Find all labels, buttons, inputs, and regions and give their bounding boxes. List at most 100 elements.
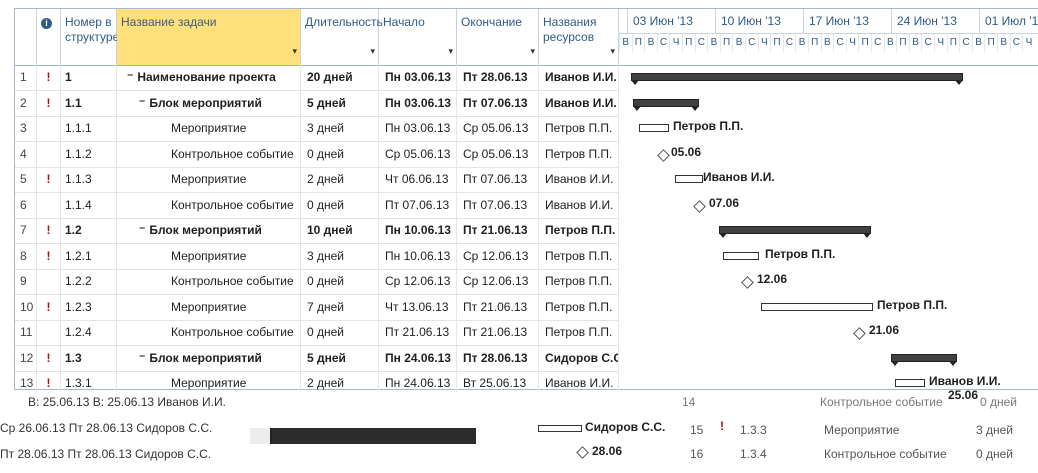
chevron-down-icon[interactable]: ▾ — [610, 44, 615, 59]
task-duration[interactable]: 0 дней — [301, 269, 379, 294]
task-resources[interactable]: Петров П.П. — [539, 320, 619, 345]
task-duration[interactable]: 0 дней — [301, 320, 379, 345]
milestone-diamond-icon[interactable] — [576, 446, 589, 459]
task-wbs[interactable]: 1.1.2 — [61, 141, 117, 167]
task-finish[interactable]: Пт 07.06.13 — [457, 192, 539, 218]
chevron-down-icon[interactable]: ▾ — [530, 44, 535, 59]
task-start[interactable]: Пн 10.06.13 — [379, 218, 457, 243]
task-finish[interactable]: Пт 07.06.13 — [457, 90, 539, 116]
task-finish[interactable]: Ср 12.06.13 — [457, 243, 539, 269]
task-row[interactable]: 2! 1.1 ⁻ Блок мероприятий 5 дней Пн 03.06.13 П… — [15, 90, 619, 117]
collapse-toggle-icon[interactable]: ⁻ — [139, 223, 145, 237]
task-wbs[interactable]: 1.2.3 — [61, 294, 117, 320]
task-row[interactable]: 11 1.2.4 Контрольное событие 0 дней Пт 21.06… — [15, 320, 619, 346]
collapse-toggle-icon[interactable]: ⁻ — [139, 96, 145, 110]
summary-bar[interactable] — [891, 353, 957, 366]
task-resources[interactable]: Иванов И.И. — [539, 65, 619, 90]
task-start[interactable]: Пт 21.06.13 — [379, 320, 457, 345]
task-wbs[interactable]: 1.1.1 — [61, 116, 117, 141]
task-bar[interactable] — [675, 175, 703, 183]
task-duration[interactable]: 0 дней — [301, 141, 379, 167]
collapse-toggle-icon[interactable]: ⁻ — [127, 70, 133, 84]
task-finish[interactable]: Пт 28.06.13 — [457, 345, 539, 371]
task-duration[interactable]: 0 дней — [301, 192, 379, 218]
chevron-down-icon[interactable]: ▾ — [448, 44, 453, 59]
task-bar[interactable] — [761, 302, 873, 311]
task-row[interactable]: 7! 1.2 ⁻ Блок мероприятий 10 дней Пн 10.06.13… — [15, 218, 619, 244]
summary-bar[interactable] — [719, 226, 871, 238]
task-start[interactable]: Пн 03.06.13 — [379, 90, 457, 116]
task-finish[interactable]: Ср 12.06.13 — [457, 269, 539, 294]
milestone-diamond-icon[interactable] — [741, 276, 754, 289]
task-row[interactable]: 12! 1.3 ⁻ Блок мероприятий 5 дней Пн 24.06.13… — [15, 345, 619, 372]
task-wbs[interactable]: 1.1.4 — [61, 192, 117, 218]
task-name-cell[interactable]: Контрольное событие — [117, 141, 301, 167]
task-row[interactable]: 4 1.1.2 Контрольное событие 0 дней Ср 05.06.… — [15, 141, 619, 168]
task-start[interactable]: Ср 12.06.13 — [379, 269, 457, 294]
task-resources[interactable]: Петров П.П. — [539, 294, 619, 320]
task-duration[interactable]: 2 дней — [301, 167, 379, 192]
task-finish[interactable]: Пт 28.06.13 — [457, 65, 539, 90]
task-bar[interactable] — [639, 124, 669, 132]
task-name-cell[interactable]: ⁻ Наименование проекта — [117, 65, 301, 90]
task-duration[interactable]: 20 дней — [301, 65, 379, 90]
task-duration[interactable]: 7 дней — [301, 294, 379, 320]
task-duration[interactable]: 3 дней — [301, 116, 379, 141]
task-bar[interactable] — [723, 251, 759, 260]
task-duration[interactable]: 5 дней — [301, 345, 379, 371]
task-name-column-header[interactable]: Название задачи ▾ — [117, 9, 301, 65]
task-start[interactable]: Ср 05.06.13 — [379, 141, 457, 167]
task-start[interactable]: Чт 13.06.13 — [379, 294, 457, 320]
task-wbs[interactable]: 1.3 — [61, 345, 117, 371]
task-bar[interactable] — [538, 425, 582, 432]
task-resources[interactable]: Петров П.П. — [539, 269, 619, 294]
task-start[interactable]: Пт 07.06.13 — [379, 192, 457, 218]
task-name-cell[interactable]: ⁻ Блок мероприятий — [117, 218, 301, 243]
summary-bar[interactable] — [631, 73, 963, 85]
task-start[interactable]: Пн 03.06.13 — [379, 65, 457, 90]
start-column-header[interactable]: Начало ▾ — [379, 9, 457, 65]
task-name-cell[interactable]: ⁻ Блок мероприятий — [117, 90, 301, 116]
task-name-cell[interactable]: Мероприятие — [117, 243, 301, 269]
resources-column-header[interactable]: Названия ресурсов ▾ — [539, 9, 619, 65]
task-name-cell[interactable]: Мероприятие — [117, 116, 301, 141]
task-wbs[interactable]: 1.1 — [61, 90, 117, 116]
task-start[interactable]: Чт 06.06.13 — [379, 167, 457, 192]
task-duration[interactable]: 10 дней — [301, 218, 379, 243]
task-row[interactable]: 9 1.2.2 Контрольное событие 0 дней Ср 12.06.… — [15, 269, 619, 295]
collapse-toggle-icon[interactable]: ⁻ — [139, 351, 145, 365]
task-name-cell[interactable]: Контрольное событие — [117, 320, 301, 345]
task-name-cell[interactable]: ⁻ Блок мероприятий — [117, 345, 301, 371]
task-resources[interactable]: Петров П.П. — [539, 116, 619, 141]
chevron-down-icon[interactable]: ▾ — [370, 44, 375, 59]
task-bar[interactable] — [895, 379, 925, 387]
info-column-header[interactable]: i — [37, 9, 61, 65]
task-row[interactable]: 3 1.1.1 Мероприятие 3 дней Пн 03.06.13 Ср 05.… — [15, 116, 619, 142]
task-finish[interactable]: Ср 05.06.13 — [457, 116, 539, 141]
task-wbs[interactable]: 1 — [61, 65, 117, 90]
chevron-down-icon[interactable]: ▾ — [292, 44, 297, 59]
task-name-cell[interactable]: Мероприятие — [117, 294, 301, 320]
task-wbs[interactable]: 1.2.4 — [61, 320, 117, 345]
task-resources[interactable]: Иванов И.И. — [539, 167, 619, 192]
task-resources[interactable]: Петров П.П. — [539, 218, 619, 243]
milestone-diamond-icon[interactable] — [853, 327, 866, 340]
task-resources[interactable]: Иванов И.И. — [539, 192, 619, 218]
task-resources[interactable]: Иванов И.И. — [539, 90, 619, 116]
task-row[interactable]: 6 1.1.4 Контрольное событие 0 дней Пт 07.06.… — [15, 192, 619, 219]
task-start[interactable]: Пн 10.06.13 — [379, 243, 457, 269]
structure-column-header[interactable]: Номер в структуре — [61, 9, 119, 65]
milestone-diamond-icon[interactable] — [657, 148, 670, 162]
task-wbs[interactable]: 1.2 — [61, 218, 117, 243]
task-name-cell[interactable]: Контрольное событие — [117, 269, 301, 294]
task-row[interactable]: 10! 1.2.3 Мероприятие 7 дней Чт 13.06.13 Пт 2… — [15, 294, 619, 321]
task-duration[interactable]: 3 дней — [301, 243, 379, 269]
task-start[interactable]: Пн 03.06.13 — [379, 116, 457, 141]
task-name-cell[interactable]: Контрольное событие — [117, 192, 301, 218]
task-finish[interactable]: Пт 21.06.13 — [457, 294, 539, 320]
task-wbs[interactable]: 1.2.2 — [61, 269, 117, 294]
task-finish[interactable]: Пт 21.06.13 — [457, 320, 539, 345]
task-finish[interactable]: Пт 07.06.13 — [457, 167, 539, 192]
duration-column-header[interactable]: Длительность ▾ — [301, 9, 383, 65]
task-resources[interactable]: Петров П.П. — [539, 141, 619, 167]
